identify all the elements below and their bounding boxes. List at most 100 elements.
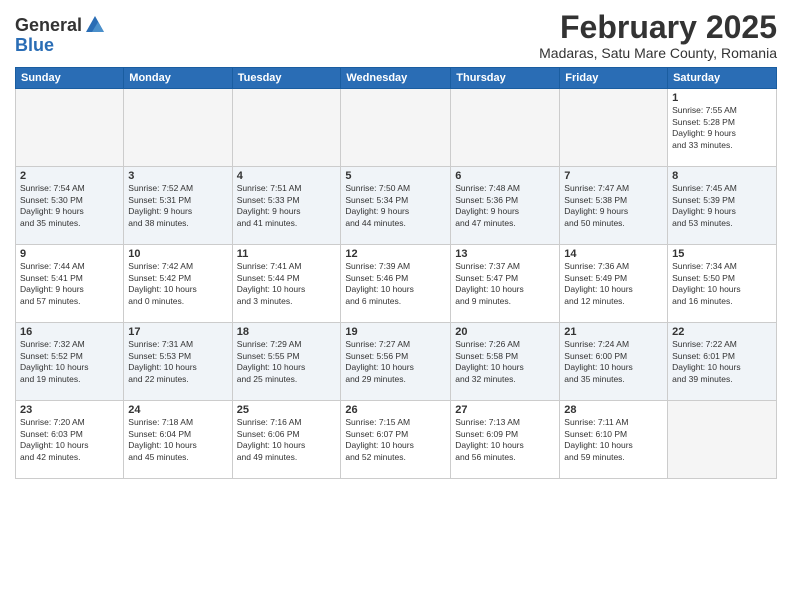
day-info: Sunrise: 7:24 AM Sunset: 6:00 PM Dayligh… bbox=[564, 339, 663, 385]
day-number: 12 bbox=[345, 248, 446, 260]
table-row: 2Sunrise: 7:54 AM Sunset: 5:30 PM Daylig… bbox=[16, 167, 124, 245]
table-row: 21Sunrise: 7:24 AM Sunset: 6:00 PM Dayli… bbox=[560, 323, 668, 401]
day-info: Sunrise: 7:41 AM Sunset: 5:44 PM Dayligh… bbox=[237, 261, 337, 307]
logo-blue-text: Blue bbox=[15, 35, 54, 55]
day-number: 20 bbox=[455, 326, 555, 338]
logo-icon bbox=[84, 14, 106, 36]
table-row: 18Sunrise: 7:29 AM Sunset: 5:55 PM Dayli… bbox=[232, 323, 341, 401]
day-number: 17 bbox=[128, 326, 227, 338]
table-row: 28Sunrise: 7:11 AM Sunset: 6:10 PM Dayli… bbox=[560, 401, 668, 479]
table-row: 13Sunrise: 7:37 AM Sunset: 5:47 PM Dayli… bbox=[451, 245, 560, 323]
col-monday: Monday bbox=[124, 68, 232, 89]
table-row bbox=[341, 89, 451, 167]
calendar-header-row: Sunday Monday Tuesday Wednesday Thursday… bbox=[16, 68, 777, 89]
day-info: Sunrise: 7:31 AM Sunset: 5:53 PM Dayligh… bbox=[128, 339, 227, 385]
table-row: 23Sunrise: 7:20 AM Sunset: 6:03 PM Dayli… bbox=[16, 401, 124, 479]
day-info: Sunrise: 7:47 AM Sunset: 5:38 PM Dayligh… bbox=[564, 183, 663, 229]
day-info: Sunrise: 7:18 AM Sunset: 6:04 PM Dayligh… bbox=[128, 417, 227, 463]
day-number: 9 bbox=[20, 248, 119, 260]
day-number: 3 bbox=[128, 170, 227, 182]
table-row: 15Sunrise: 7:34 AM Sunset: 5:50 PM Dayli… bbox=[668, 245, 777, 323]
day-info: Sunrise: 7:51 AM Sunset: 5:33 PM Dayligh… bbox=[237, 183, 337, 229]
day-info: Sunrise: 7:45 AM Sunset: 5:39 PM Dayligh… bbox=[672, 183, 772, 229]
day-info: Sunrise: 7:26 AM Sunset: 5:58 PM Dayligh… bbox=[455, 339, 555, 385]
logo: General Blue bbox=[15, 14, 106, 56]
day-number: 14 bbox=[564, 248, 663, 260]
table-row: 7Sunrise: 7:47 AM Sunset: 5:38 PM Daylig… bbox=[560, 167, 668, 245]
table-row: 6Sunrise: 7:48 AM Sunset: 5:36 PM Daylig… bbox=[451, 167, 560, 245]
col-saturday: Saturday bbox=[668, 68, 777, 89]
day-info: Sunrise: 7:13 AM Sunset: 6:09 PM Dayligh… bbox=[455, 417, 555, 463]
calendar-week-row: 16Sunrise: 7:32 AM Sunset: 5:52 PM Dayli… bbox=[16, 323, 777, 401]
table-row: 16Sunrise: 7:32 AM Sunset: 5:52 PM Dayli… bbox=[16, 323, 124, 401]
day-number: 4 bbox=[237, 170, 337, 182]
day-number: 25 bbox=[237, 404, 337, 416]
table-row: 12Sunrise: 7:39 AM Sunset: 5:46 PM Dayli… bbox=[341, 245, 451, 323]
day-number: 2 bbox=[20, 170, 119, 182]
day-info: Sunrise: 7:48 AM Sunset: 5:36 PM Dayligh… bbox=[455, 183, 555, 229]
day-info: Sunrise: 7:37 AM Sunset: 5:47 PM Dayligh… bbox=[455, 261, 555, 307]
day-number: 23 bbox=[20, 404, 119, 416]
col-tuesday: Tuesday bbox=[232, 68, 341, 89]
day-info: Sunrise: 7:16 AM Sunset: 6:06 PM Dayligh… bbox=[237, 417, 337, 463]
table-row: 24Sunrise: 7:18 AM Sunset: 6:04 PM Dayli… bbox=[124, 401, 232, 479]
table-row: 10Sunrise: 7:42 AM Sunset: 5:42 PM Dayli… bbox=[124, 245, 232, 323]
day-info: Sunrise: 7:32 AM Sunset: 5:52 PM Dayligh… bbox=[20, 339, 119, 385]
day-info: Sunrise: 7:34 AM Sunset: 5:50 PM Dayligh… bbox=[672, 261, 772, 307]
table-row bbox=[451, 89, 560, 167]
calendar-week-row: 1Sunrise: 7:55 AM Sunset: 5:28 PM Daylig… bbox=[16, 89, 777, 167]
calendar: Sunday Monday Tuesday Wednesday Thursday… bbox=[15, 67, 777, 479]
table-row bbox=[560, 89, 668, 167]
day-number: 10 bbox=[128, 248, 227, 260]
day-info: Sunrise: 7:44 AM Sunset: 5:41 PM Dayligh… bbox=[20, 261, 119, 307]
day-number: 16 bbox=[20, 326, 119, 338]
day-info: Sunrise: 7:29 AM Sunset: 5:55 PM Dayligh… bbox=[237, 339, 337, 385]
subtitle: Madaras, Satu Mare County, Romania bbox=[539, 45, 777, 61]
day-info: Sunrise: 7:52 AM Sunset: 5:31 PM Dayligh… bbox=[128, 183, 227, 229]
table-row: 3Sunrise: 7:52 AM Sunset: 5:31 PM Daylig… bbox=[124, 167, 232, 245]
col-sunday: Sunday bbox=[16, 68, 124, 89]
day-info: Sunrise: 7:20 AM Sunset: 6:03 PM Dayligh… bbox=[20, 417, 119, 463]
day-info: Sunrise: 7:22 AM Sunset: 6:01 PM Dayligh… bbox=[672, 339, 772, 385]
day-info: Sunrise: 7:15 AM Sunset: 6:07 PM Dayligh… bbox=[345, 417, 446, 463]
header-area: General Blue February 2025 Madaras, Satu… bbox=[15, 10, 777, 61]
day-number: 18 bbox=[237, 326, 337, 338]
table-row: 14Sunrise: 7:36 AM Sunset: 5:49 PM Dayli… bbox=[560, 245, 668, 323]
day-number: 26 bbox=[345, 404, 446, 416]
day-number: 27 bbox=[455, 404, 555, 416]
table-row: 9Sunrise: 7:44 AM Sunset: 5:41 PM Daylig… bbox=[16, 245, 124, 323]
table-row: 4Sunrise: 7:51 AM Sunset: 5:33 PM Daylig… bbox=[232, 167, 341, 245]
table-row bbox=[124, 89, 232, 167]
calendar-week-row: 2Sunrise: 7:54 AM Sunset: 5:30 PM Daylig… bbox=[16, 167, 777, 245]
table-row: 8Sunrise: 7:45 AM Sunset: 5:39 PM Daylig… bbox=[668, 167, 777, 245]
day-number: 21 bbox=[564, 326, 663, 338]
day-info: Sunrise: 7:42 AM Sunset: 5:42 PM Dayligh… bbox=[128, 261, 227, 307]
day-number: 13 bbox=[455, 248, 555, 260]
col-wednesday: Wednesday bbox=[341, 68, 451, 89]
table-row: 17Sunrise: 7:31 AM Sunset: 5:53 PM Dayli… bbox=[124, 323, 232, 401]
table-row: 11Sunrise: 7:41 AM Sunset: 5:44 PM Dayli… bbox=[232, 245, 341, 323]
main-title: February 2025 bbox=[539, 10, 777, 45]
day-number: 1 bbox=[672, 92, 772, 104]
calendar-week-row: 23Sunrise: 7:20 AM Sunset: 6:03 PM Dayli… bbox=[16, 401, 777, 479]
day-info: Sunrise: 7:55 AM Sunset: 5:28 PM Dayligh… bbox=[672, 105, 772, 151]
day-number: 19 bbox=[345, 326, 446, 338]
day-number: 7 bbox=[564, 170, 663, 182]
title-area: February 2025 Madaras, Satu Mare County,… bbox=[539, 10, 777, 61]
day-number: 22 bbox=[672, 326, 772, 338]
col-friday: Friday bbox=[560, 68, 668, 89]
day-info: Sunrise: 7:27 AM Sunset: 5:56 PM Dayligh… bbox=[345, 339, 446, 385]
table-row: 1Sunrise: 7:55 AM Sunset: 5:28 PM Daylig… bbox=[668, 89, 777, 167]
table-row bbox=[668, 401, 777, 479]
day-number: 24 bbox=[128, 404, 227, 416]
day-number: 15 bbox=[672, 248, 772, 260]
table-row bbox=[232, 89, 341, 167]
day-info: Sunrise: 7:11 AM Sunset: 6:10 PM Dayligh… bbox=[564, 417, 663, 463]
day-number: 8 bbox=[672, 170, 772, 182]
table-row: 25Sunrise: 7:16 AM Sunset: 6:06 PM Dayli… bbox=[232, 401, 341, 479]
table-row: 26Sunrise: 7:15 AM Sunset: 6:07 PM Dayli… bbox=[341, 401, 451, 479]
day-info: Sunrise: 7:54 AM Sunset: 5:30 PM Dayligh… bbox=[20, 183, 119, 229]
logo-general-text: General bbox=[15, 16, 82, 34]
day-info: Sunrise: 7:39 AM Sunset: 5:46 PM Dayligh… bbox=[345, 261, 446, 307]
table-row: 19Sunrise: 7:27 AM Sunset: 5:56 PM Dayli… bbox=[341, 323, 451, 401]
